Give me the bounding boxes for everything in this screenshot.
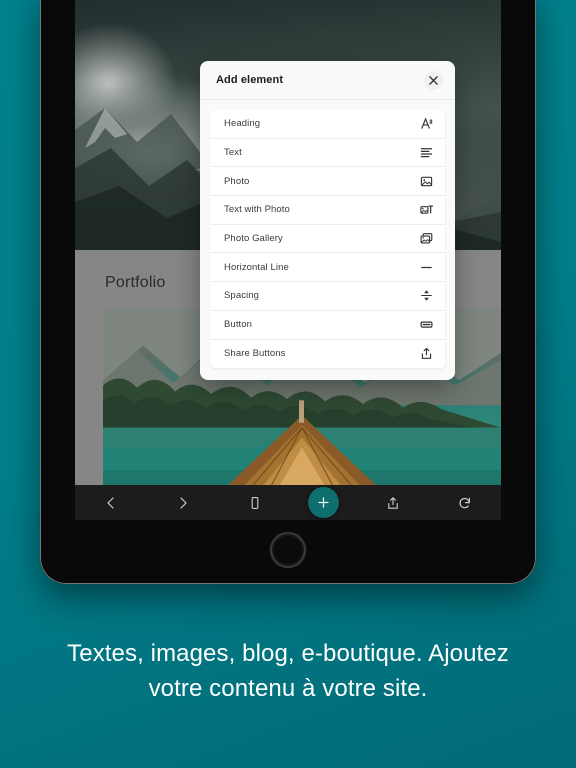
list-item-share-buttons[interactable]: Share Buttons xyxy=(210,340,445,369)
share-icon xyxy=(388,496,398,509)
share-icon xyxy=(419,347,433,361)
list-item-heading[interactable]: Heading xyxy=(210,110,445,139)
list-item-label: Photo xyxy=(224,175,250,187)
list-item-label: Button xyxy=(224,319,253,331)
list-item-text-with-photo[interactable]: Text with Photo xyxy=(210,196,445,225)
add-element-dialog: Add element Heading Text Photo Text with… xyxy=(200,61,455,381)
marketing-caption: Textes, images, blog, e-boutique. Ajoute… xyxy=(0,636,576,706)
list-item-label: Text with Photo xyxy=(224,204,290,216)
list-item-horizontal-line[interactable]: Horizontal Line xyxy=(210,253,445,283)
button-icon xyxy=(419,318,433,332)
device-preview-button[interactable] xyxy=(237,489,273,517)
home-button[interactable] xyxy=(270,532,306,568)
share-button[interactable] xyxy=(375,489,411,517)
list-item-label: Share Buttons xyxy=(224,348,286,360)
page-title: Portfolio xyxy=(105,274,166,291)
list-item-label: Text xyxy=(224,147,242,159)
list-item-photo-gallery[interactable]: Photo Gallery xyxy=(210,225,445,254)
tablet-screen: Portfolio Add element Heading Text Photo… xyxy=(75,0,501,520)
add-element-button[interactable] xyxy=(308,487,340,518)
close-x-glyph xyxy=(429,75,438,85)
refresh-icon xyxy=(459,497,471,508)
text-with-photo-icon xyxy=(419,203,433,217)
back-button[interactable] xyxy=(93,489,129,517)
tablet-device-frame: Portfolio Add element Heading Text Photo… xyxy=(40,0,536,584)
list-item-label: Photo Gallery xyxy=(224,233,283,245)
dialog-header: Add element xyxy=(200,61,455,100)
photo-icon xyxy=(419,174,433,188)
heading-icon xyxy=(419,117,433,131)
chevron-right-icon xyxy=(180,496,187,509)
element-type-list: Heading Text Photo Text with Photo Photo… xyxy=(210,110,445,369)
refresh-button[interactable] xyxy=(447,489,483,517)
list-item-text[interactable]: Text xyxy=(210,139,445,168)
list-item-label: Spacing xyxy=(224,290,260,302)
plus-icon xyxy=(318,497,329,508)
list-item-spacing[interactable]: Spacing xyxy=(210,282,445,311)
caption-line-1: Textes, images, blog, e-boutique. Ajoute… xyxy=(67,640,509,667)
editor-bottom-toolbar xyxy=(75,485,501,520)
list-item-button[interactable]: Button xyxy=(210,311,445,340)
chevron-left-icon xyxy=(107,496,114,509)
phone-icon xyxy=(251,496,258,509)
caption-line-2: votre contenu à votre site. xyxy=(148,675,428,702)
horizontal-line-icon xyxy=(419,260,433,274)
spacing-arrows-icon xyxy=(419,289,433,303)
close-icon[interactable] xyxy=(424,70,443,90)
list-item-label: Horizontal Line xyxy=(224,261,289,273)
dialog-title: Add element xyxy=(216,74,284,86)
text-lines-icon xyxy=(419,146,433,160)
list-item-label: Heading xyxy=(224,118,261,130)
photo-gallery-icon xyxy=(419,232,433,246)
list-item-photo[interactable]: Photo xyxy=(210,167,445,197)
forward-button[interactable] xyxy=(165,489,201,517)
